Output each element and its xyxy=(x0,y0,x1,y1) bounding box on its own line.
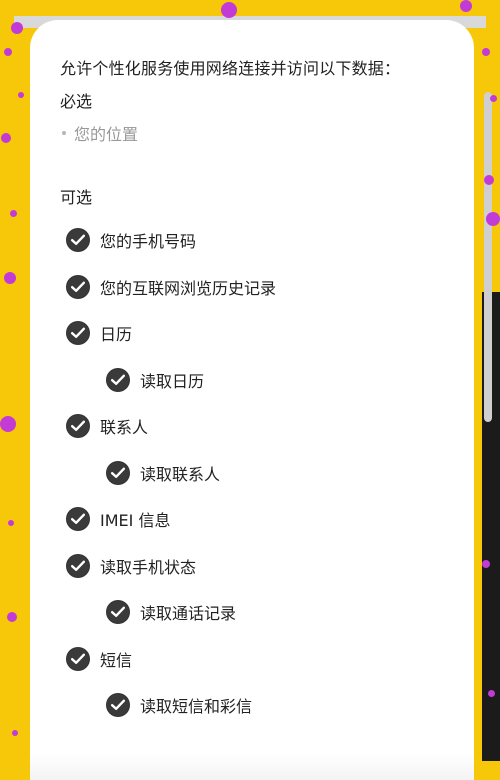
optional-item-label: 您的手机号码 xyxy=(100,232,197,252)
optional-item-label: IMEI 信息 xyxy=(100,511,171,531)
check-icon xyxy=(71,327,85,339)
confetti-dot xyxy=(4,272,16,284)
confetti-dot xyxy=(221,2,237,18)
optional-item-label: 短信 xyxy=(100,650,133,670)
confetti-dot xyxy=(12,730,18,736)
confetti-dot xyxy=(488,690,495,697)
permissions-intro: 允许个性化服务使用网络连接并访问以下数据： xyxy=(60,59,401,78)
confetti-dot xyxy=(10,210,17,217)
optional-item-read-sms-mms[interactable]: 读取短信和彩信 xyxy=(66,682,446,729)
required-heading: 必选 xyxy=(60,92,93,111)
optional-item-label: 您的互联网浏览历史记录 xyxy=(100,278,277,298)
confetti-dot xyxy=(486,212,500,226)
optional-item-read-contacts[interactable]: 读取联系人 xyxy=(66,450,446,497)
permissions-card: 允许个性化服务使用网络连接并访问以下数据： 必选 您的位置 可选 您的手机号码 … xyxy=(30,20,474,780)
confetti-dot xyxy=(18,92,24,98)
check-icon xyxy=(111,374,125,385)
confetti-dot xyxy=(482,560,490,568)
check-icon xyxy=(71,560,85,571)
checkbox-checked-icon[interactable] xyxy=(66,321,90,346)
check-icon xyxy=(71,653,85,664)
optional-item-contacts[interactable]: 联系人 xyxy=(66,403,446,450)
checkbox-checked-icon[interactable] xyxy=(66,414,90,439)
check-icon xyxy=(71,420,85,432)
required-item-label: 您的位置 xyxy=(74,125,139,144)
confetti-dot xyxy=(7,612,17,622)
scroll-track xyxy=(484,92,492,422)
check-icon xyxy=(71,513,85,525)
confetti-dot xyxy=(484,175,494,185)
check-icon xyxy=(71,281,85,292)
optional-item-label: 读取日历 xyxy=(140,371,205,391)
check-icon xyxy=(111,699,125,711)
check-icon xyxy=(71,234,85,246)
optional-item-label: 读取通话记录 xyxy=(140,604,237,624)
checkbox-checked-icon[interactable] xyxy=(106,600,130,625)
confetti-dot xyxy=(11,22,23,34)
optional-item-label: 读取短信和彩信 xyxy=(140,697,253,717)
checkbox-checked-icon[interactable] xyxy=(106,460,130,485)
checkbox-checked-icon[interactable] xyxy=(66,507,90,532)
optional-item-label: 读取手机状态 xyxy=(100,557,197,577)
checkbox-checked-icon[interactable] xyxy=(66,274,90,299)
optional-item-read-calendar[interactable]: 读取日历 xyxy=(66,357,446,404)
optional-item-label: 日历 xyxy=(100,325,133,345)
optional-item-label: 联系人 xyxy=(100,418,149,438)
optional-item-browsing-history[interactable]: 您的互联网浏览历史记录 xyxy=(66,264,446,311)
check-icon xyxy=(111,606,125,618)
checkbox-checked-icon[interactable] xyxy=(66,646,90,671)
optional-heading: 可选 xyxy=(60,188,93,207)
confetti-dot xyxy=(4,48,12,56)
check-icon xyxy=(111,467,125,478)
confetti-dot xyxy=(460,0,472,12)
checkbox-checked-icon[interactable] xyxy=(66,228,90,253)
confetti-dot xyxy=(8,520,14,526)
required-item: 您的位置 xyxy=(62,121,138,145)
bullet-icon xyxy=(62,131,66,135)
checkbox-checked-icon[interactable] xyxy=(106,367,130,392)
bottom-fade xyxy=(30,754,474,780)
optional-item-calendar[interactable]: 日历 xyxy=(66,310,446,357)
confetti-dot xyxy=(482,48,490,56)
optional-list: 您的手机号码 您的互联网浏览历史记录 日历 读取日历 联系人 读取联系人 IME… xyxy=(66,217,446,729)
checkbox-checked-icon[interactable] xyxy=(106,693,130,718)
checkbox-checked-icon[interactable] xyxy=(66,553,90,578)
optional-item-phone-state[interactable]: 读取手机状态 xyxy=(66,543,446,590)
optional-item-sms[interactable]: 短信 xyxy=(66,636,446,683)
optional-item-imei[interactable]: IMEI 信息 xyxy=(66,496,446,543)
optional-item-label: 读取联系人 xyxy=(140,464,221,484)
confetti-dot xyxy=(490,95,497,102)
optional-item-call-log[interactable]: 读取通话记录 xyxy=(66,589,446,636)
confetti-dot xyxy=(0,416,16,432)
confetti-dot xyxy=(1,133,11,143)
optional-item-phone-number[interactable]: 您的手机号码 xyxy=(66,217,446,264)
